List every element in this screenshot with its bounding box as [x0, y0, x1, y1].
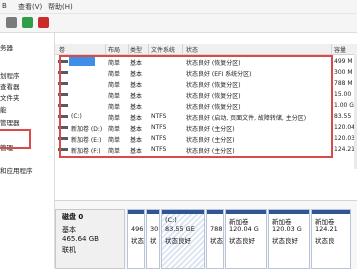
nav-item-performance[interactable]: 能	[0, 104, 7, 114]
menu-item-help[interactable]: 帮助(H)	[48, 2, 73, 12]
disk-size: 465.64 GB	[62, 235, 99, 243]
navigation-tree: 务器 划程序 查看器 文件夹 能 管理器 管理 和应用程序	[0, 33, 55, 268]
disk-map-pane: 磁盘 0 基本 465.64 GB 联机 496 状态 30 状 (C:) 83…	[55, 200, 357, 269]
disk-title: 磁盘 0	[62, 213, 84, 221]
cell-capacity: 1.00 G	[334, 102, 354, 109]
disk-status: 联机	[62, 246, 76, 254]
nav-item-event-viewer[interactable]: 查看器	[0, 81, 20, 91]
partition-block[interactable]: 30 状	[146, 209, 160, 269]
cell-capacity: 124.21	[334, 146, 355, 153]
partition-size: 30	[150, 225, 159, 233]
nav-item-task-scheduler[interactable]: 划程序	[0, 70, 20, 80]
col-layout[interactable]: 布局	[108, 45, 120, 54]
close-icon[interactable]	[38, 17, 49, 28]
menu-item-view[interactable]: 查看(V)	[18, 2, 42, 12]
partition-status: 状	[150, 237, 157, 245]
partition-status: 状态	[131, 237, 144, 245]
highlight-box-disk-management	[0, 129, 31, 149]
partition-size: 788	[210, 225, 223, 233]
cell-capacity: 120.03	[334, 135, 355, 142]
col-type[interactable]: 类型	[130, 45, 142, 54]
partition-size: 83.55 GE	[165, 225, 195, 233]
help-icon[interactable]	[22, 17, 33, 28]
partition-status: 状态良	[315, 237, 335, 245]
table-header: 卷 布局 类型 文件系统 状态 容量	[55, 44, 357, 55]
cell-capacity: 300 M	[334, 69, 353, 76]
partition-status: 状态良好	[229, 237, 255, 245]
col-status[interactable]: 状态	[186, 45, 198, 54]
partition-size: 120.04 G	[229, 225, 259, 233]
nav-item-device-manager[interactable]: 管理器	[0, 117, 20, 127]
partition-status: 状态良好	[272, 237, 298, 245]
cell-capacity: 499 M	[334, 58, 353, 65]
nav-item-services[interactable]: 务器	[0, 42, 13, 52]
partition-size: 124.21	[315, 225, 338, 233]
cell-capacity: 15.00	[334, 91, 352, 98]
partition-block[interactable]: 496 状态	[127, 209, 145, 269]
partition-block[interactable]: 新加卷 120.04 G 状态良好	[225, 209, 267, 269]
partition-label: (C:)	[165, 216, 177, 224]
nav-item-services-apps[interactable]: 和应用程序	[0, 165, 33, 175]
toolbar	[0, 14, 357, 33]
cell-capacity: 788 M	[334, 80, 353, 87]
menu-item-action[interactable]: B	[2, 2, 7, 10]
back-icon[interactable]	[6, 17, 17, 28]
partition-block[interactable]: 788 状态	[206, 209, 224, 269]
col-capacity[interactable]: 容量	[334, 45, 346, 54]
partition-size: 120.03 G	[272, 225, 302, 233]
partition-status: 状态良好	[165, 237, 191, 245]
cell-capacity: 83.55	[334, 113, 352, 120]
partition-size: 496	[131, 225, 144, 233]
disk-info[interactable]: 磁盘 0 基本 465.64 GB 联机	[55, 209, 125, 269]
highlight-box-volume-list	[59, 55, 333, 158]
partition-block[interactable]: (C:) 83.55 GE 状态良好	[161, 209, 205, 269]
nav-item-shared-folders[interactable]: 文件夹	[0, 92, 20, 102]
col-volume[interactable]: 卷	[59, 45, 65, 54]
partition-block[interactable]: 新加卷 120.03 G 状态良好	[268, 209, 310, 269]
menu-bar: B 查看(V) 帮助(H)	[0, 0, 357, 14]
disk-type: 基本	[62, 226, 76, 234]
cell-capacity: 120.04	[334, 124, 355, 131]
col-filesystem[interactable]: 文件系统	[151, 45, 175, 54]
partition-block[interactable]: 新加卷 124.21 状态良	[311, 209, 351, 269]
partition-status: 状态	[210, 237, 223, 245]
